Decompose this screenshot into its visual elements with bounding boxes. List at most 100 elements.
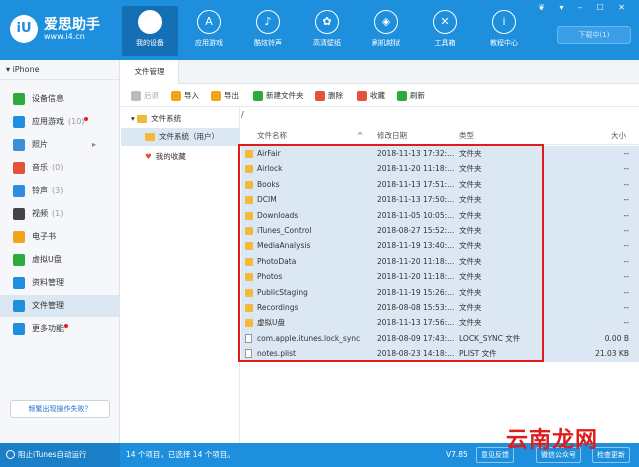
sidebar-item-label: 应用游戏 bbox=[32, 117, 64, 126]
nav-label: 我的设备 bbox=[136, 39, 164, 47]
export-icon bbox=[211, 91, 221, 101]
col-date[interactable]: 修改日期 bbox=[377, 127, 407, 145]
cell-size: -- bbox=[623, 179, 629, 189]
nav-2[interactable]: ♪ 酷炫铃声 bbox=[240, 6, 296, 56]
sort-indicator: ^ bbox=[357, 131, 364, 140]
sidebar-icon bbox=[13, 116, 25, 128]
nav-label: 工具箱 bbox=[434, 39, 456, 47]
sidebar-item-8[interactable]: 资料管理 bbox=[0, 272, 119, 294]
tab-bar: 文件管理 bbox=[121, 60, 639, 84]
app-logo: iU 爱思助手 www.i4.cn bbox=[10, 13, 110, 47]
toolbar-refresh-button[interactable]: 刷新 bbox=[397, 89, 425, 103]
sidebar-item-label: 视频 bbox=[32, 209, 48, 218]
sidebar-icon bbox=[13, 231, 25, 243]
heart-icon: ♥ bbox=[145, 152, 152, 161]
sidebar-item-label: 电子书 bbox=[32, 232, 56, 241]
sidebar-item-7[interactable]: 虚拟U盘 bbox=[0, 249, 119, 271]
cell-size: -- bbox=[623, 287, 629, 297]
toolbar-label: 导入 bbox=[184, 91, 199, 100]
nav-label: 应用游戏 bbox=[195, 39, 223, 47]
sidebar-icon bbox=[13, 323, 25, 335]
col-type[interactable]: 类型 bbox=[459, 127, 474, 145]
cell-size: -- bbox=[623, 318, 629, 328]
nav-label: 刷机越狱 bbox=[372, 39, 400, 47]
toolbar-label: 导出 bbox=[224, 91, 239, 100]
path-bar[interactable]: / bbox=[241, 110, 244, 119]
device-selector[interactable]: ▾ iPhone bbox=[0, 60, 119, 80]
app-name: 爱思助手 bbox=[44, 17, 100, 33]
app-url: www.i4.cn bbox=[44, 32, 85, 41]
toolbar-back-button[interactable]: 后退 bbox=[131, 89, 159, 103]
toolbar: 后退 导入 导出 新建文件夹 删除 收藏 刷新 bbox=[121, 85, 639, 107]
expand-arrow-icon[interactable]: ▸ bbox=[92, 134, 96, 156]
toolbar-heart-button[interactable]: 收藏 bbox=[357, 89, 385, 103]
ring-icon bbox=[6, 450, 15, 459]
sidebar: ▾ iPhone 设备信息 应用游戏 (10) 照片 ▸ 音乐 (0) 铃声 (3) 视频 (1) 电… bbox=[0, 60, 120, 443]
repair-button[interactable]: 频繁出现操作失败？ bbox=[10, 400, 110, 418]
nav-label: 高清壁纸 bbox=[313, 39, 341, 47]
nav-5[interactable]: ✕ 工具箱 bbox=[417, 6, 473, 56]
column-header: 文件名称 ^ 修改日期 类型 大小 bbox=[241, 127, 639, 145]
toolbar-new-folder-button[interactable]: 新建文件夹 bbox=[253, 89, 304, 103]
cell-size: -- bbox=[623, 149, 629, 158]
sidebar-item-label: 照片 bbox=[32, 140, 48, 149]
tree-favorites[interactable]: ♥ 我的收藏 bbox=[121, 148, 240, 166]
cell-size: -- bbox=[623, 195, 629, 205]
window-controls[interactable]: ❦ ▾ – ☐ ✕ bbox=[538, 3, 631, 12]
sidebar-icon bbox=[13, 254, 25, 266]
col-name[interactable]: 文件名称 bbox=[257, 127, 287, 145]
watermark: 云南龙网 bbox=[506, 427, 599, 453]
sidebar-item-5[interactable]: 视频 (1) bbox=[0, 203, 119, 225]
toolbar-export-button[interactable]: 导出 bbox=[211, 89, 239, 103]
tree-user-fs-label: 文件系统（用户） bbox=[159, 132, 219, 141]
sidebar-item-2[interactable]: 照片 ▸ bbox=[0, 134, 119, 156]
tree-root-label: 文件系统 bbox=[151, 114, 182, 123]
tab-file-manager[interactable]: 文件管理 bbox=[121, 60, 179, 84]
info-icon: i bbox=[492, 10, 516, 34]
nav-0[interactable]: 我的设备 bbox=[122, 6, 178, 56]
tree-user-fs[interactable]: 文件系统（用户） bbox=[121, 128, 240, 146]
toolbar-import-button[interactable]: 导入 bbox=[171, 89, 199, 103]
cell-size: -- bbox=[623, 303, 629, 312]
toolbar-label: 收藏 bbox=[370, 91, 385, 100]
nav-label: 酷炫铃声 bbox=[254, 39, 282, 47]
sidebar-item-0[interactable]: 设备信息 bbox=[0, 88, 119, 110]
sidebar-item-label: 文件管理 bbox=[32, 301, 64, 310]
folder-icon bbox=[137, 115, 148, 123]
sidebar-item-1[interactable]: 应用游戏 (10) bbox=[0, 111, 119, 133]
itunes-toggle[interactable]: 阻止iTunes自动运行 bbox=[0, 443, 120, 467]
sidebar-item-label: 资料管理 bbox=[32, 278, 64, 287]
sidebar-item-4[interactable]: 铃声 (3) bbox=[0, 180, 119, 202]
sidebar-item-label: 铃声 bbox=[32, 186, 48, 195]
sidebar-item-3[interactable]: 音乐 (0) bbox=[0, 157, 119, 179]
col-size[interactable]: 大小 bbox=[611, 127, 626, 145]
nav-1[interactable]: A 应用游戏 bbox=[181, 6, 237, 56]
sidebar-item-count: (3) bbox=[52, 186, 64, 195]
nav-3[interactable]: ✿ 高清壁纸 bbox=[299, 6, 355, 56]
logo-badge: iU bbox=[10, 15, 38, 43]
tree-root[interactable]: ▾ 文件系统 bbox=[121, 110, 240, 128]
sidebar-icon bbox=[13, 185, 25, 197]
nav-6[interactable]: i 教程中心 bbox=[476, 6, 532, 56]
delete-icon bbox=[315, 91, 325, 101]
toolbar-label: 刷新 bbox=[410, 91, 425, 100]
sidebar-item-label: 音乐 bbox=[32, 163, 48, 172]
cell-size: 21.03 KB bbox=[595, 349, 629, 359]
sidebar-item-9[interactable]: 文件管理 bbox=[0, 295, 119, 317]
cell-size: -- bbox=[623, 210, 629, 220]
highlight-box bbox=[238, 144, 544, 362]
cell-size: -- bbox=[623, 241, 629, 251]
back-icon bbox=[131, 91, 141, 101]
apple-icon bbox=[138, 10, 162, 34]
nav-4[interactable]: ◈ 刷机越狱 bbox=[358, 6, 414, 56]
itunes-label: 阻止iTunes自动运行 bbox=[18, 450, 87, 459]
cell-size: -- bbox=[623, 256, 629, 266]
appstore-icon: A bbox=[197, 10, 221, 34]
download-button[interactable]: 下载中(1) bbox=[557, 26, 631, 44]
sidebar-item-6[interactable]: 电子书 bbox=[0, 226, 119, 248]
toolbar-label: 删除 bbox=[328, 91, 343, 100]
toolbar-delete-button[interactable]: 删除 bbox=[315, 89, 343, 103]
notification-dot bbox=[64, 324, 68, 328]
folder-tree: ▾ 文件系统 文件系统（用户） ♥ 我的收藏 bbox=[121, 108, 240, 443]
sidebar-item-10[interactable]: 更多功能 bbox=[0, 318, 119, 340]
